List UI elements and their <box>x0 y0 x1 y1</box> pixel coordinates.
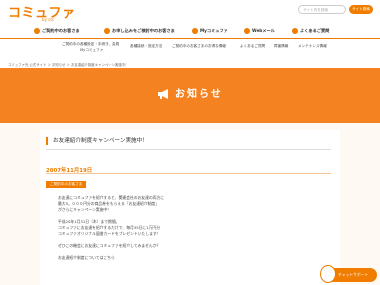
pencil-icon <box>104 28 110 34</box>
subnav-item-settings[interactable]: ご契約中の各種設定・手続き、会員 <box>62 42 119 47</box>
site-header: コミュファ by ctc サイト内を検索 サイト検索 ご契約中のお客さま お申し… <box>0 0 380 38</box>
subnav-item-maintenance[interactable]: メンテナンス情報 <box>298 44 327 49</box>
chat-support-label: チャットサポート <box>338 272 369 277</box>
subnav-item-deals[interactable]: ご契約中のお客さまのお得な情報 <box>172 44 226 49</box>
logo-subtext: by ctc <box>42 17 55 22</box>
subnav-item-outage[interactable]: 障害情報 <box>274 44 288 49</box>
divider <box>46 149 331 150</box>
sub-nav: ご契約中の各種設定・手続き、会員 各種接続・設定方法 ご契約中のお客さまのお得な… <box>0 39 380 61</box>
breadcrumb[interactable]: コミュファ光 公式サイト ＞ お知らせ ＞ お友達紹介制度キャンペーン実施中！ <box>8 62 128 67</box>
mail-icon <box>244 28 250 34</box>
main-nav: ご契約中のお客さま お申し込みをご検討中のお客さま Myコミュファ Webメール… <box>34 26 364 38</box>
nav-item-customers[interactable]: ご契約中のお客さま <box>34 26 80 36</box>
chat-avatar-icon[interactable] <box>320 265 336 283</box>
nav-item-faq[interactable]: よくあるご質問 <box>292 26 329 36</box>
question-icon <box>292 28 298 34</box>
house-icon <box>34 28 40 34</box>
megaphone-icon <box>158 89 168 99</box>
subnav-item-my-commufa[interactable]: Myコミュファ <box>80 48 103 53</box>
nav-item-apply[interactable]: お申し込みをご検討中のお客さま <box>104 26 175 36</box>
subnav-item-faq[interactable]: よくあるご質問 <box>240 44 265 49</box>
search-button[interactable]: サイト検索 <box>349 5 373 14</box>
search-input[interactable]: サイト内を検索 <box>298 5 346 14</box>
nav-item-webmail[interactable]: Webメール <box>244 26 275 36</box>
divider <box>46 173 331 174</box>
article-paragraph: ぜひこの機会にお友達にコミュファを紹介してみませんか？ <box>58 243 161 248</box>
page-banner: お知らせ <box>0 68 380 123</box>
category-badge: ご契約中のお客さま <box>46 181 87 188</box>
nav-item-my-commufa[interactable]: Myコミュファ <box>192 26 228 36</box>
article-link[interactable]: お友達紹介制度についてはこちら <box>58 255 115 261</box>
page-title: お知らせ <box>175 89 223 100</box>
person-icon <box>192 28 198 34</box>
article-paragraph: がさらにキャンペーン実施中！ <box>58 207 111 212</box>
subnav-item-connection[interactable]: 各種接続・設定方法 <box>130 44 162 49</box>
article-title: お友達紹介制度キャンペーン実施中！ <box>46 137 331 145</box>
article-paragraph: コミュファオリジナル図書カードをプレゼントいたします！ <box>58 231 161 236</box>
